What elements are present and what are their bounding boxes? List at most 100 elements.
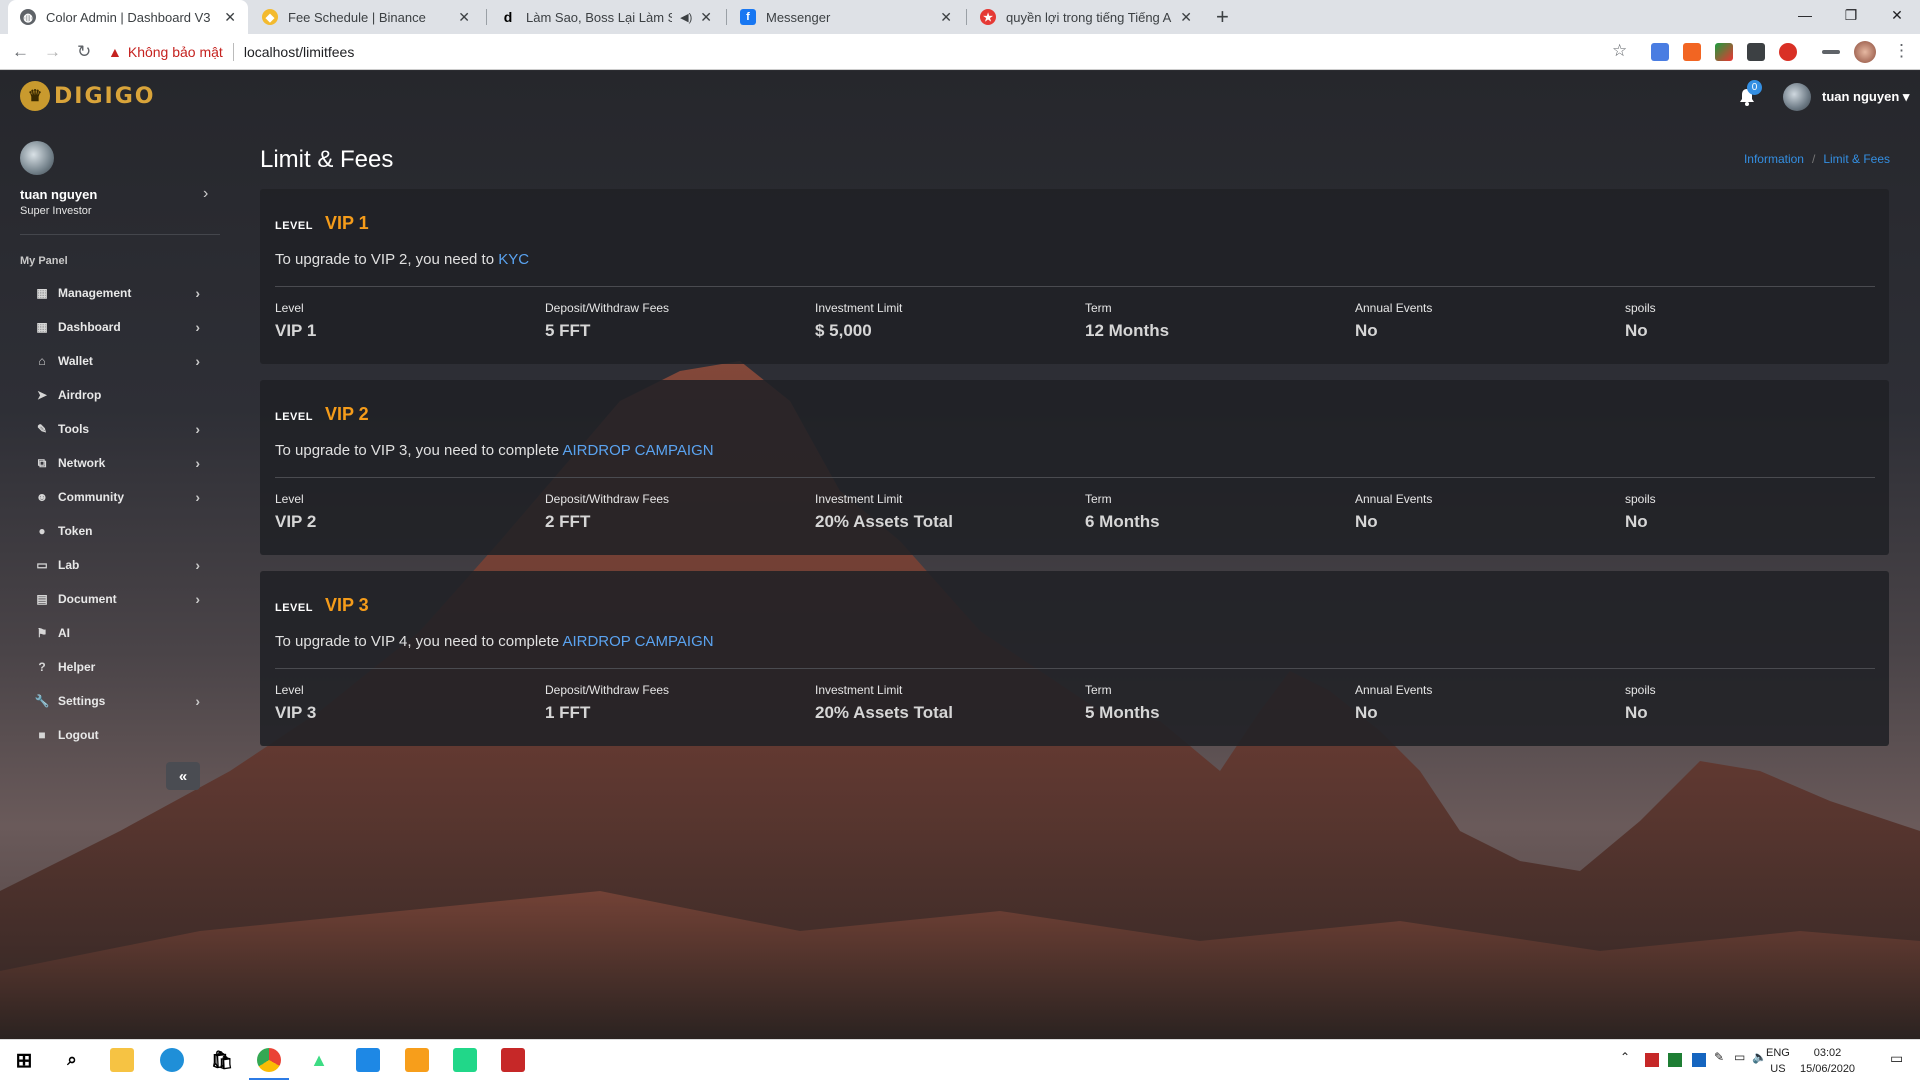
sidebar-item-network[interactable]: ⧉ Network › bbox=[20, 448, 200, 478]
sidebar-item-token[interactable]: ● Token bbox=[20, 516, 200, 546]
stat-label: Annual Events bbox=[1355, 683, 1433, 697]
translate-icon: ★ bbox=[980, 9, 996, 25]
stat-fees: Deposit/Withdraw Fees 5 FFT bbox=[545, 301, 669, 341]
close-icon[interactable]: ✕ bbox=[458, 9, 470, 26]
stat-term: Term 6 Months bbox=[1085, 492, 1160, 532]
stat-spoils: spoils No bbox=[1625, 492, 1656, 532]
upgrade-link[interactable]: AIRDROP CAMPAIGN bbox=[562, 442, 713, 459]
browser-tab[interactable]: ◆ Fee Schedule | Binance ✕ bbox=[250, 0, 482, 34]
sidebar-item-wallet[interactable]: ⌂ Wallet › bbox=[20, 346, 200, 376]
tray-app-icon[interactable] bbox=[1645, 1053, 1659, 1067]
chrome-icon[interactable] bbox=[257, 1048, 281, 1072]
video-extension-icon[interactable] bbox=[1747, 43, 1765, 61]
new-tab-button[interactable]: + bbox=[1216, 4, 1229, 30]
stat-term: Term 12 Months bbox=[1085, 301, 1169, 341]
flag-icon: ⚑ bbox=[36, 626, 48, 640]
profile-avatar[interactable] bbox=[1854, 41, 1876, 63]
level-panel-vip2: LEVEL VIP 2 To upgrade to VIP 3, you nee… bbox=[260, 380, 1889, 555]
sidebar-collapse-button[interactable]: « bbox=[166, 762, 200, 790]
breadcrumb-item-current[interactable]: Limit & Fees bbox=[1823, 152, 1890, 166]
chevron-right-icon[interactable]: › bbox=[203, 185, 208, 203]
vscode-icon[interactable] bbox=[356, 1048, 380, 1072]
stat-annual-events: Annual Events No bbox=[1355, 301, 1432, 341]
brand-logo[interactable]: ♛ DIGIGO bbox=[20, 81, 155, 111]
level-heading: LEVEL VIP 1 bbox=[275, 213, 369, 234]
upgrade-link[interactable]: KYC bbox=[498, 251, 529, 268]
sidebar-avatar[interactable] bbox=[20, 141, 54, 175]
pycharm-icon[interactable] bbox=[453, 1048, 477, 1072]
browser-tab[interactable]: f Messenger ✕ bbox=[728, 0, 964, 34]
sidebar-user-name[interactable]: tuan nguyen bbox=[20, 187, 97, 202]
network-icon[interactable]: ▭ bbox=[1734, 1050, 1745, 1064]
browser-tab[interactable]: d Làm Sao, Boss Lại Làm Sao N ◀) ✕ bbox=[488, 0, 724, 34]
stat-annual-events: Annual Events No bbox=[1355, 683, 1432, 723]
tray-app-icon[interactable] bbox=[1668, 1053, 1682, 1067]
language-indicator[interactable]: ENG US bbox=[1766, 1045, 1790, 1077]
stat-value: 20% Assets Total bbox=[815, 512, 953, 531]
user-menu[interactable]: tuan nguyen ▾ bbox=[1822, 89, 1909, 105]
sidebar-item-settings[interactable]: 🔧 Settings › bbox=[20, 686, 200, 716]
sidebar-item-lab[interactable]: ▭ Lab › bbox=[20, 550, 200, 580]
edge-icon[interactable] bbox=[160, 1048, 184, 1072]
stat-label: Investment Limit bbox=[815, 492, 903, 506]
store-icon[interactable]: 🛍 bbox=[210, 1048, 234, 1072]
tray-up-arrow-icon[interactable]: ⌃ bbox=[1620, 1050, 1630, 1064]
sidebar-item-airdrop[interactable]: ➤ Airdrop bbox=[20, 380, 200, 410]
tray-pen-icon[interactable]: ✎ bbox=[1714, 1050, 1724, 1064]
stat-label: spoils bbox=[1625, 492, 1656, 506]
bookmark-star-icon[interactable]: ☆ bbox=[1612, 41, 1627, 61]
sidebar-item-document[interactable]: ▤ Document › bbox=[20, 584, 200, 614]
security-label[interactable]: Không bảo mật bbox=[128, 44, 223, 60]
url-text[interactable]: localhost/limitfees bbox=[244, 44, 355, 60]
browser-tab[interactable]: ◍ Color Admin | Dashboard V3 ✕ bbox=[8, 0, 248, 34]
android-studio-icon[interactable]: ▲ bbox=[307, 1048, 331, 1072]
avatar[interactable] bbox=[1783, 83, 1811, 111]
stat-value: 2 FFT bbox=[545, 512, 591, 531]
window-close-button[interactable]: ✕ bbox=[1874, 0, 1920, 30]
chevron-right-icon: › bbox=[195, 353, 200, 369]
app-icon[interactable] bbox=[501, 1048, 525, 1072]
sidebar-item-logout[interactable]: ■ Logout bbox=[20, 720, 200, 750]
stat-label: Deposit/Withdraw Fees bbox=[545, 492, 670, 506]
media-control-icon[interactable] bbox=[1822, 50, 1840, 54]
breadcrumb-item-information[interactable]: Information bbox=[1744, 152, 1804, 166]
extension-icon[interactable] bbox=[1715, 43, 1733, 61]
windows-start-icon[interactable]: ⊞ bbox=[12, 1048, 36, 1072]
adblock-extension-icon[interactable] bbox=[1779, 43, 1797, 61]
close-icon[interactable]: ✕ bbox=[224, 9, 236, 26]
browser-tab[interactable]: ★ quyền lợi trong tiếng Tiếng Anh ✕ bbox=[968, 0, 1204, 34]
sidebar-item-community[interactable]: ☻ Community › bbox=[20, 482, 200, 512]
stat-label: Investment Limit bbox=[815, 683, 903, 697]
close-icon[interactable]: ✕ bbox=[1180, 9, 1192, 26]
sidebar-item-helper[interactable]: ? Helper bbox=[20, 652, 200, 682]
level-word: LEVEL bbox=[275, 411, 313, 423]
search-icon[interactable]: ⌕ bbox=[60, 1048, 84, 1072]
chevron-right-icon: › bbox=[195, 421, 200, 437]
sidebar-item-dashboard[interactable]: ▦ Dashboard › bbox=[20, 312, 200, 342]
upgrade-link[interactable]: AIRDROP CAMPAIGN bbox=[562, 633, 713, 650]
minimize-button[interactable]: — bbox=[1782, 0, 1828, 30]
pencil-icon: ✎ bbox=[36, 422, 48, 436]
sidebar-item-tools[interactable]: ✎ Tools › bbox=[20, 414, 200, 444]
stat-value: 5 Months bbox=[1085, 703, 1160, 722]
extension-icon[interactable] bbox=[1683, 43, 1701, 61]
omnibox[interactable]: ▲ Không bảo mật localhost/limitfees bbox=[108, 38, 1636, 66]
forward-arrow-icon[interactable]: → bbox=[44, 42, 61, 62]
sidebar-item-ai[interactable]: ⚑ AI bbox=[20, 618, 200, 648]
system-clock[interactable]: 03:02 15/06/2020 bbox=[1800, 1045, 1855, 1077]
mute-icon[interactable]: ◀) bbox=[680, 11, 692, 24]
sublime-icon[interactable] bbox=[405, 1048, 429, 1072]
translate-extension-icon[interactable] bbox=[1651, 43, 1669, 61]
reload-icon[interactable]: ↻ bbox=[77, 42, 91, 62]
sidebar-item-management[interactable]: ▦ Management › bbox=[20, 278, 200, 308]
notification-center-icon[interactable]: ▭ bbox=[1890, 1050, 1903, 1067]
restore-button[interactable]: ❐ bbox=[1828, 0, 1874, 30]
close-icon[interactable]: ✕ bbox=[940, 9, 952, 26]
close-icon[interactable]: ✕ bbox=[700, 9, 712, 26]
file-explorer-icon[interactable] bbox=[110, 1048, 134, 1072]
back-arrow-icon[interactable]: ← bbox=[12, 42, 29, 62]
tray-app-icon[interactable] bbox=[1692, 1053, 1706, 1067]
volume-icon[interactable]: 🔈 bbox=[1752, 1050, 1767, 1064]
sidebar-item-label: Network bbox=[58, 456, 106, 470]
browser-menu-icon[interactable]: ⋮ bbox=[1893, 41, 1910, 61]
